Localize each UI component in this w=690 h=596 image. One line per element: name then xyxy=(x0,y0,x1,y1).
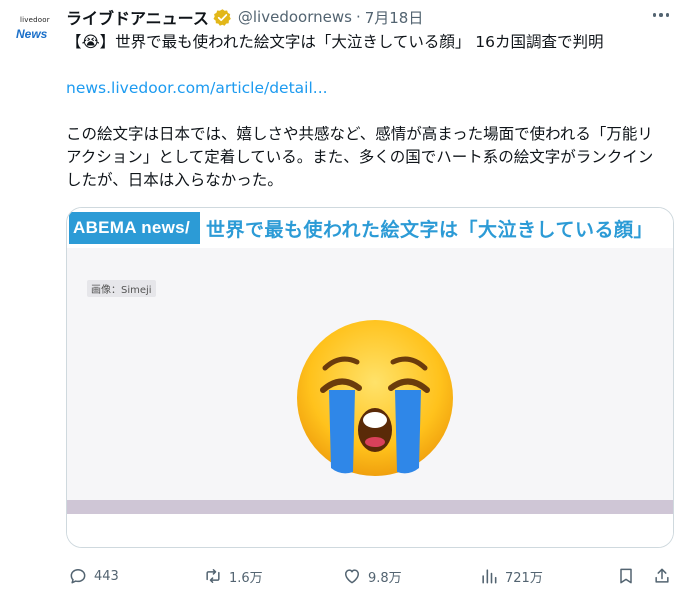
bookmark-button[interactable] xyxy=(616,564,636,588)
tweet-actions: 443 1.6万 9.8万 721万 xyxy=(66,564,678,588)
share-icon xyxy=(655,568,669,583)
card-banner: ABEMA news/ 世界で最も使われた絵文字は「大泣きしている顔」 xyxy=(67,208,673,248)
analytics-icon xyxy=(482,569,497,584)
like-button[interactable]: 9.8万 xyxy=(342,564,402,588)
card-divider-band xyxy=(67,500,673,514)
article-link[interactable]: news.livedoor.com/article/detail... xyxy=(66,77,666,100)
heart-icon xyxy=(345,569,359,584)
display-name[interactable]: ライブドアニュース xyxy=(66,5,209,29)
tweet-header: ライブドアニュース @livedoornews · 7月18日 xyxy=(66,6,423,28)
retweet-count: 1.6万 xyxy=(229,570,263,586)
header-separator: · xyxy=(355,8,361,26)
views-button[interactable]: 721万 xyxy=(479,564,543,588)
loudly-crying-face-icon xyxy=(297,320,453,476)
tweet-date[interactable]: 7月18日 xyxy=(365,7,424,28)
avatar-brand-top: livedoor xyxy=(20,16,50,24)
tweet-body: この絵文字は日本では、嬉しさや共感など、感情が高まった場面で使われる「万能リアク… xyxy=(66,125,654,189)
card-footer xyxy=(67,514,673,547)
media-card[interactable]: ABEMA news/ 世界で最も使われた絵文字は「大泣きしている顔」 画像：S… xyxy=(66,207,674,548)
share-button[interactable] xyxy=(652,564,672,588)
verified-badge-icon xyxy=(213,8,231,26)
avatar[interactable]: livedoor News xyxy=(12,10,56,54)
image-credit: 画像：Simeji xyxy=(87,280,156,297)
reply-button[interactable]: 443 xyxy=(68,564,119,588)
like-count: 9.8万 xyxy=(368,570,402,586)
tweet-headline: 【😭】世界で最も使われた絵文字は「大泣きしている顔」 16カ国調査で判明 xyxy=(66,33,604,51)
more-options-icon[interactable] xyxy=(650,7,672,23)
view-count: 721万 xyxy=(505,570,543,586)
avatar-brand-bottom: News xyxy=(16,27,48,41)
reply-icon xyxy=(70,569,86,584)
reply-count: 443 xyxy=(94,568,119,584)
bookmark-icon xyxy=(620,568,632,584)
retweet-icon xyxy=(206,569,220,583)
retweet-button[interactable]: 1.6万 xyxy=(203,564,263,588)
card-image-area: 画像：Simeji xyxy=(67,248,673,500)
card-headline: 世界で最も使われた絵文字は「大泣きしている顔」 xyxy=(205,218,653,241)
abema-news-logo: ABEMA news/ xyxy=(69,212,200,244)
account-handle[interactable]: @livedoornews xyxy=(238,8,352,26)
